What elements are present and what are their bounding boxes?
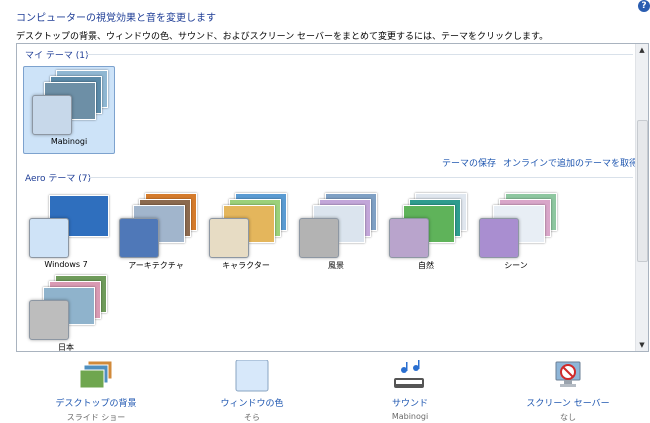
theme-label: 日本 [58, 343, 74, 352]
vertical-scrollbar[interactable]: ▲ ▼ [635, 44, 648, 351]
theme-nature[interactable]: 自然 [381, 190, 471, 276]
color-swatch [299, 218, 339, 258]
theme-landscapes[interactable]: 風景 [291, 190, 381, 276]
color-swatch [29, 300, 69, 340]
screen-saver-link[interactable]: スクリーン セーバー [483, 396, 650, 409]
theme-thumbnails [297, 193, 377, 258]
help-icon[interactable]: ? [638, 0, 650, 12]
theme-thumbnails [477, 193, 557, 258]
desktop-background-link[interactable]: デスクトップの背景 [11, 396, 181, 409]
scroll-thumb[interactable] [637, 120, 648, 262]
theme-thumbnails [30, 70, 110, 135]
get-more-themes-link[interactable]: オンラインで追加のテーマを取得 [503, 156, 638, 169]
theme-thumbnails [117, 193, 197, 258]
theme-thumbnails [27, 275, 107, 340]
color-swatch [209, 218, 249, 258]
color-swatch [479, 218, 519, 258]
screen-saver-item[interactable]: スクリーン セーバー なし [483, 360, 650, 423]
theme-architecture[interactable]: アーキテクチャ [111, 190, 201, 276]
section-divider [87, 54, 633, 55]
page-description: デスクトップの背景、ウィンドウの色、サウンド、およびスクリーン セーバーをまとめ… [16, 32, 549, 42]
color-swatch [29, 218, 69, 258]
save-theme-link[interactable]: テーマの保存 [442, 156, 496, 169]
theme-label: Mabinogi [50, 137, 88, 146]
sound-link[interactable]: サウンド [325, 396, 495, 409]
theme-scenes[interactable]: シーン [471, 190, 561, 276]
theme-label: キャラクター [222, 261, 270, 270]
theme-thumbnails [387, 193, 467, 258]
theme-thumbnails [207, 193, 287, 258]
window-color-value: そら [244, 413, 260, 422]
desktop-background-item[interactable]: デスクトップの背景 スライド ショー [11, 360, 181, 423]
theme-list-panel[interactable]: マイ テーマ (1) Mabinogi テーマの保存 オンラインで追加のテーマを… [16, 43, 649, 352]
music-notes-icon [392, 360, 428, 392]
color-swatch [389, 218, 429, 258]
theme-label: Windows 7 [44, 260, 88, 269]
theme-label: 風景 [328, 261, 344, 270]
color-swatch [119, 218, 159, 258]
page-title: コンピューターの視覚効果と音を変更します [16, 13, 216, 24]
section-divider [89, 177, 633, 178]
sound-item[interactable]: サウンド Mabinogi [325, 360, 495, 421]
theme-japan[interactable]: 日本 [21, 272, 111, 352]
scroll-down-button[interactable]: ▼ [636, 339, 648, 351]
desktop-background-icon [78, 360, 114, 392]
theme-characters[interactable]: キャラクター [201, 190, 291, 276]
my-themes-heading: マイ テーマ (1) [25, 51, 89, 61]
theme-thumbnails [27, 193, 109, 258]
theme-mabinogi[interactable]: Mabinogi [23, 66, 115, 154]
theme-label: 自然 [418, 261, 434, 270]
window-color-link[interactable]: ウィンドウの色 [167, 396, 337, 409]
screen-saver-value: なし [560, 413, 576, 422]
theme-windows-7[interactable]: Windows 7 [21, 190, 111, 276]
color-swatch [32, 95, 72, 135]
desktop-background-value: スライド ショー [66, 413, 126, 422]
theme-label: シーン [504, 261, 528, 270]
window-color-icon [234, 359, 270, 392]
aero-themes-heading: Aero テーマ (7) [25, 174, 92, 184]
screen-saver-icon [550, 360, 586, 392]
theme-label: アーキテクチャ [128, 261, 184, 270]
scroll-up-button[interactable]: ▲ [636, 44, 648, 56]
window-color-item[interactable]: ウィンドウの色 そら [167, 359, 337, 423]
sound-value: Mabinogi [391, 412, 429, 421]
